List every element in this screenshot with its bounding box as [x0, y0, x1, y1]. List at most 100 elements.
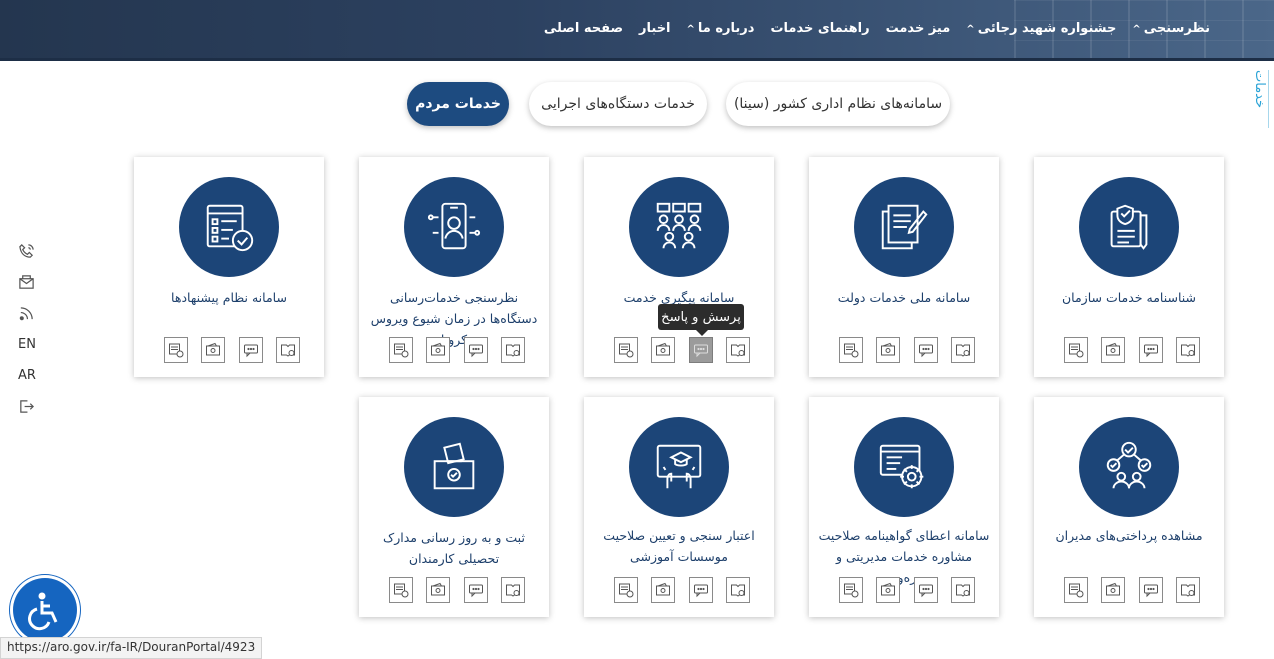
qa-button[interactable]: [463, 337, 488, 363]
left-utility-bar: EN AR: [18, 236, 44, 422]
qa-button[interactable]: [688, 337, 713, 363]
guide-button[interactable]: [1175, 577, 1200, 603]
status-bar-url: https://aro.gov.ir/fa-IR/DouranPortal/49…: [0, 637, 263, 659]
phone-icon: [19, 244, 34, 258]
tab-executive-services[interactable]: خدمات دستگاه‌های اجرایی: [529, 82, 707, 126]
services-list-button[interactable]: [1064, 337, 1088, 363]
guide-button[interactable]: [950, 337, 975, 363]
qa-button[interactable]: [1138, 577, 1163, 603]
lang-en-link[interactable]: EN: [18, 329, 44, 360]
lang-ar-link[interactable]: AR: [18, 360, 44, 391]
payment-button[interactable]: [651, 337, 676, 363]
list-settings-icon: [1069, 343, 1084, 358]
payment-button[interactable]: [876, 337, 901, 363]
tooltip-text: پرسش و پاسخ: [661, 309, 741, 325]
services-list-button[interactable]: [389, 577, 413, 603]
card-actions: [389, 577, 525, 605]
people-chat-icon: [656, 202, 702, 249]
nav-item-home[interactable]: صفحه اصلی: [544, 21, 623, 36]
nav-item-rajaei-festival[interactable]: جشنواره شهید رجائی^: [966, 21, 1116, 36]
email-link[interactable]: [18, 267, 44, 298]
payment-button[interactable]: [876, 577, 901, 603]
service-card[interactable]: نظرسنجی خدمات‌رسانی دستگاه‌ها در زمان شی…: [359, 157, 549, 377]
managers-network-icon: [1106, 441, 1152, 489]
payment-button[interactable]: [426, 577, 451, 603]
card-icon-circle: [854, 417, 954, 517]
qa-button[interactable]: [913, 577, 938, 603]
logout-link[interactable]: [18, 391, 44, 422]
rss-link[interactable]: [18, 298, 44, 329]
card-title[interactable]: ثبت و به روز رسانی مدارک تحصیلی کارمندان: [365, 527, 543, 569]
list-settings-icon: [394, 343, 409, 358]
book-question-icon: [730, 584, 745, 597]
services-list-button[interactable]: [164, 337, 188, 363]
qa-button[interactable]: [688, 577, 713, 603]
qa-button[interactable]: [238, 337, 263, 363]
service-card[interactable]: سامانه نظام پیشنهادها: [134, 157, 324, 377]
services-list-button[interactable]: [614, 577, 638, 603]
ballot-box-icon: [433, 442, 475, 490]
tab-public-services[interactable]: خدمات مردم: [407, 82, 509, 126]
chevron-up-icon: ^: [1132, 24, 1141, 35]
services-list-button[interactable]: [389, 337, 413, 363]
chat-bubble-icon: [243, 344, 258, 358]
card-actions: [164, 337, 300, 365]
payment-button[interactable]: [1101, 577, 1126, 603]
phone-link[interactable]: [18, 236, 44, 267]
services-list-button[interactable]: [614, 337, 638, 363]
tab-sina-systems[interactable]: سامانه‌های نظام اداری کشور (سینا): [726, 82, 950, 126]
service-card[interactable]: اعتبار سنجی و تعیین صلاحیت موسسات آموزشی: [584, 397, 774, 617]
service-card[interactable]: ثبت و به روز رسانی مدارک تحصیلی کارمندان: [359, 397, 549, 617]
payment-button[interactable]: [201, 337, 226, 363]
nav-item-service-guide[interactable]: راهنمای خدمات: [770, 21, 869, 36]
card-title[interactable]: سامانه ملی خدمات دولت: [815, 287, 993, 308]
nav-item-survey[interactable]: نظرسنجی^: [1132, 21, 1210, 36]
nav-item-service-desk[interactable]: میز خدمت: [886, 21, 951, 36]
guide-button[interactable]: [725, 577, 750, 603]
guide-button[interactable]: [500, 577, 525, 603]
chevron-up-icon: ^: [686, 24, 695, 35]
accessibility-button[interactable]: [13, 578, 77, 642]
guide-button[interactable]: [950, 577, 975, 603]
qa-button[interactable]: [913, 337, 938, 363]
list-settings-icon: [619, 583, 634, 598]
payment-button[interactable]: [426, 337, 451, 363]
card-title[interactable]: سامانه نظام پیشنهادها: [140, 287, 318, 308]
service-card[interactable]: سامانه ملی خدمات دولت: [809, 157, 999, 377]
services-list-button[interactable]: [839, 577, 863, 603]
service-card[interactable]: شناسنامه خدمات سازمان: [1034, 157, 1224, 377]
guide-button[interactable]: [1175, 337, 1200, 363]
qa-button[interactable]: [463, 577, 488, 603]
list-settings-icon: [844, 343, 859, 358]
book-question-icon: [280, 344, 295, 357]
guide-button[interactable]: [725, 337, 750, 363]
lang-en-label: EN: [18, 337, 36, 352]
wheelchair-icon: [28, 592, 58, 631]
book-question-icon: [505, 584, 520, 597]
nav-item-about[interactable]: درباره ما^: [687, 21, 755, 36]
card-title[interactable]: مشاهده پرداختی‌های مدیران: [1040, 525, 1218, 546]
guide-button[interactable]: [275, 337, 300, 363]
card-title[interactable]: اعتبار سنجی و تعیین صلاحیت موسسات آموزشی: [590, 525, 768, 567]
payment-button[interactable]: [651, 577, 676, 603]
card-icon-circle: [404, 177, 504, 277]
chat-bubble-icon: [1143, 344, 1158, 358]
service-card[interactable]: سامانه پیگیری خدمت: [584, 157, 774, 377]
service-card[interactable]: مشاهده پرداختی‌های مدیران: [1034, 397, 1224, 617]
tab-label: سامانه‌های نظام اداری کشور (سینا): [733, 96, 943, 112]
book-question-icon: [730, 344, 745, 357]
payment-button[interactable]: [1101, 337, 1126, 363]
chat-bubble-icon: [1143, 584, 1158, 598]
card-icon-circle: [1079, 177, 1179, 277]
card-actions: [389, 337, 525, 365]
services-list-button[interactable]: [839, 337, 863, 363]
card-icon-circle: [854, 177, 954, 277]
qa-button[interactable]: [1138, 337, 1163, 363]
service-card[interactable]: سامانه اعطای گواهینامه صلاحیت مشاوره خدم…: [809, 397, 999, 617]
card-icon-circle: [629, 177, 729, 277]
chat-bubble-icon: [468, 344, 483, 358]
services-list-button[interactable]: [1064, 577, 1088, 603]
nav-item-news[interactable]: اخبار: [639, 21, 671, 36]
card-title[interactable]: شناسنامه خدمات سازمان: [1040, 287, 1218, 308]
guide-button[interactable]: [500, 337, 525, 363]
